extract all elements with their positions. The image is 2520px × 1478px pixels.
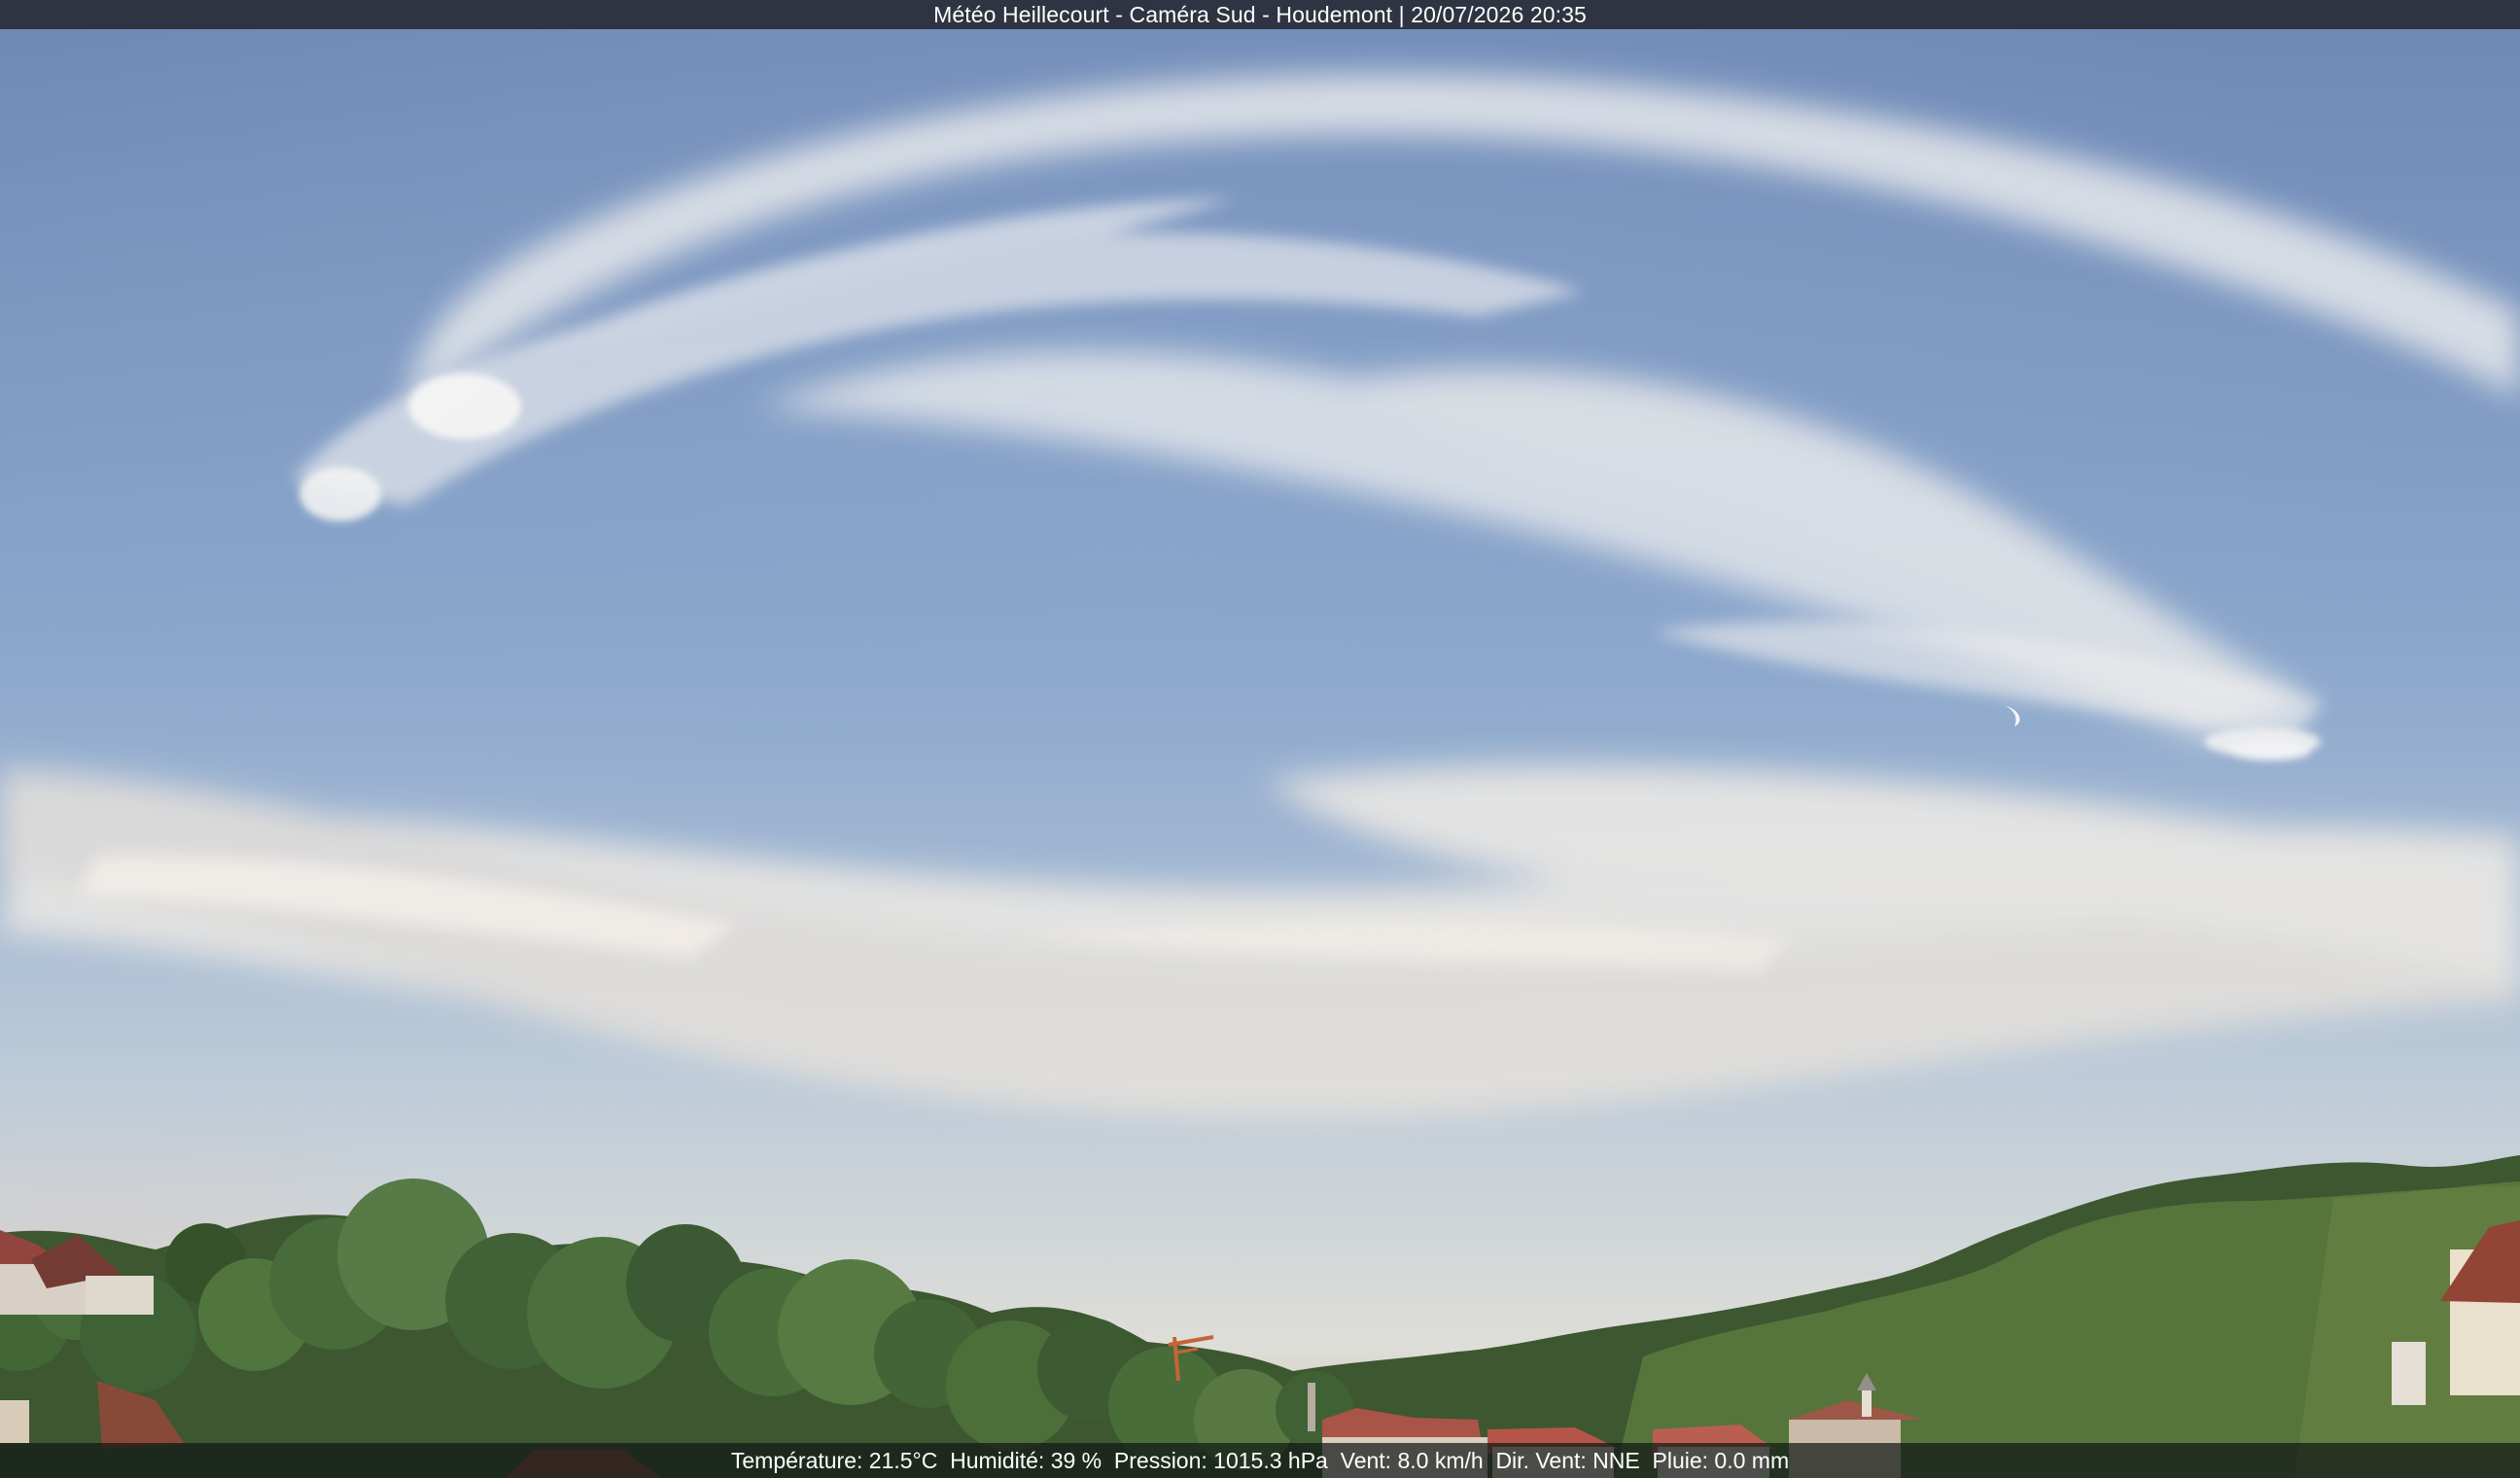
- temperature-value: Température: 21.5°C: [730, 1448, 938, 1473]
- pressure-value: Pression: 1015.3 hPa: [1113, 1448, 1328, 1473]
- webcam-frame: Météo Heillecourt - Caméra Sud - Houdemo…: [0, 0, 2520, 1478]
- camera-title-bar: Météo Heillecourt - Caméra Sud - Houdemo…: [0, 0, 2520, 29]
- humidity-value: Humidité: 39 %: [950, 1448, 1102, 1473]
- weather-status-bar: Température: 21.5°C Humidité: 39 % Press…: [0, 1443, 2520, 1478]
- wind-speed-value: Vent: 8.0 km/h: [1340, 1448, 1484, 1473]
- camera-title: Météo Heillecourt - Caméra Sud - Houdemo…: [933, 2, 1587, 27]
- evening-tint: [0, 0, 2520, 1478]
- webcam-sky-landscape-image: [0, 0, 2520, 1478]
- wind-direction-value: Dir. Vent: NNE: [1495, 1448, 1640, 1473]
- rain-value: Pluie: 0.0 mm: [1652, 1448, 1790, 1473]
